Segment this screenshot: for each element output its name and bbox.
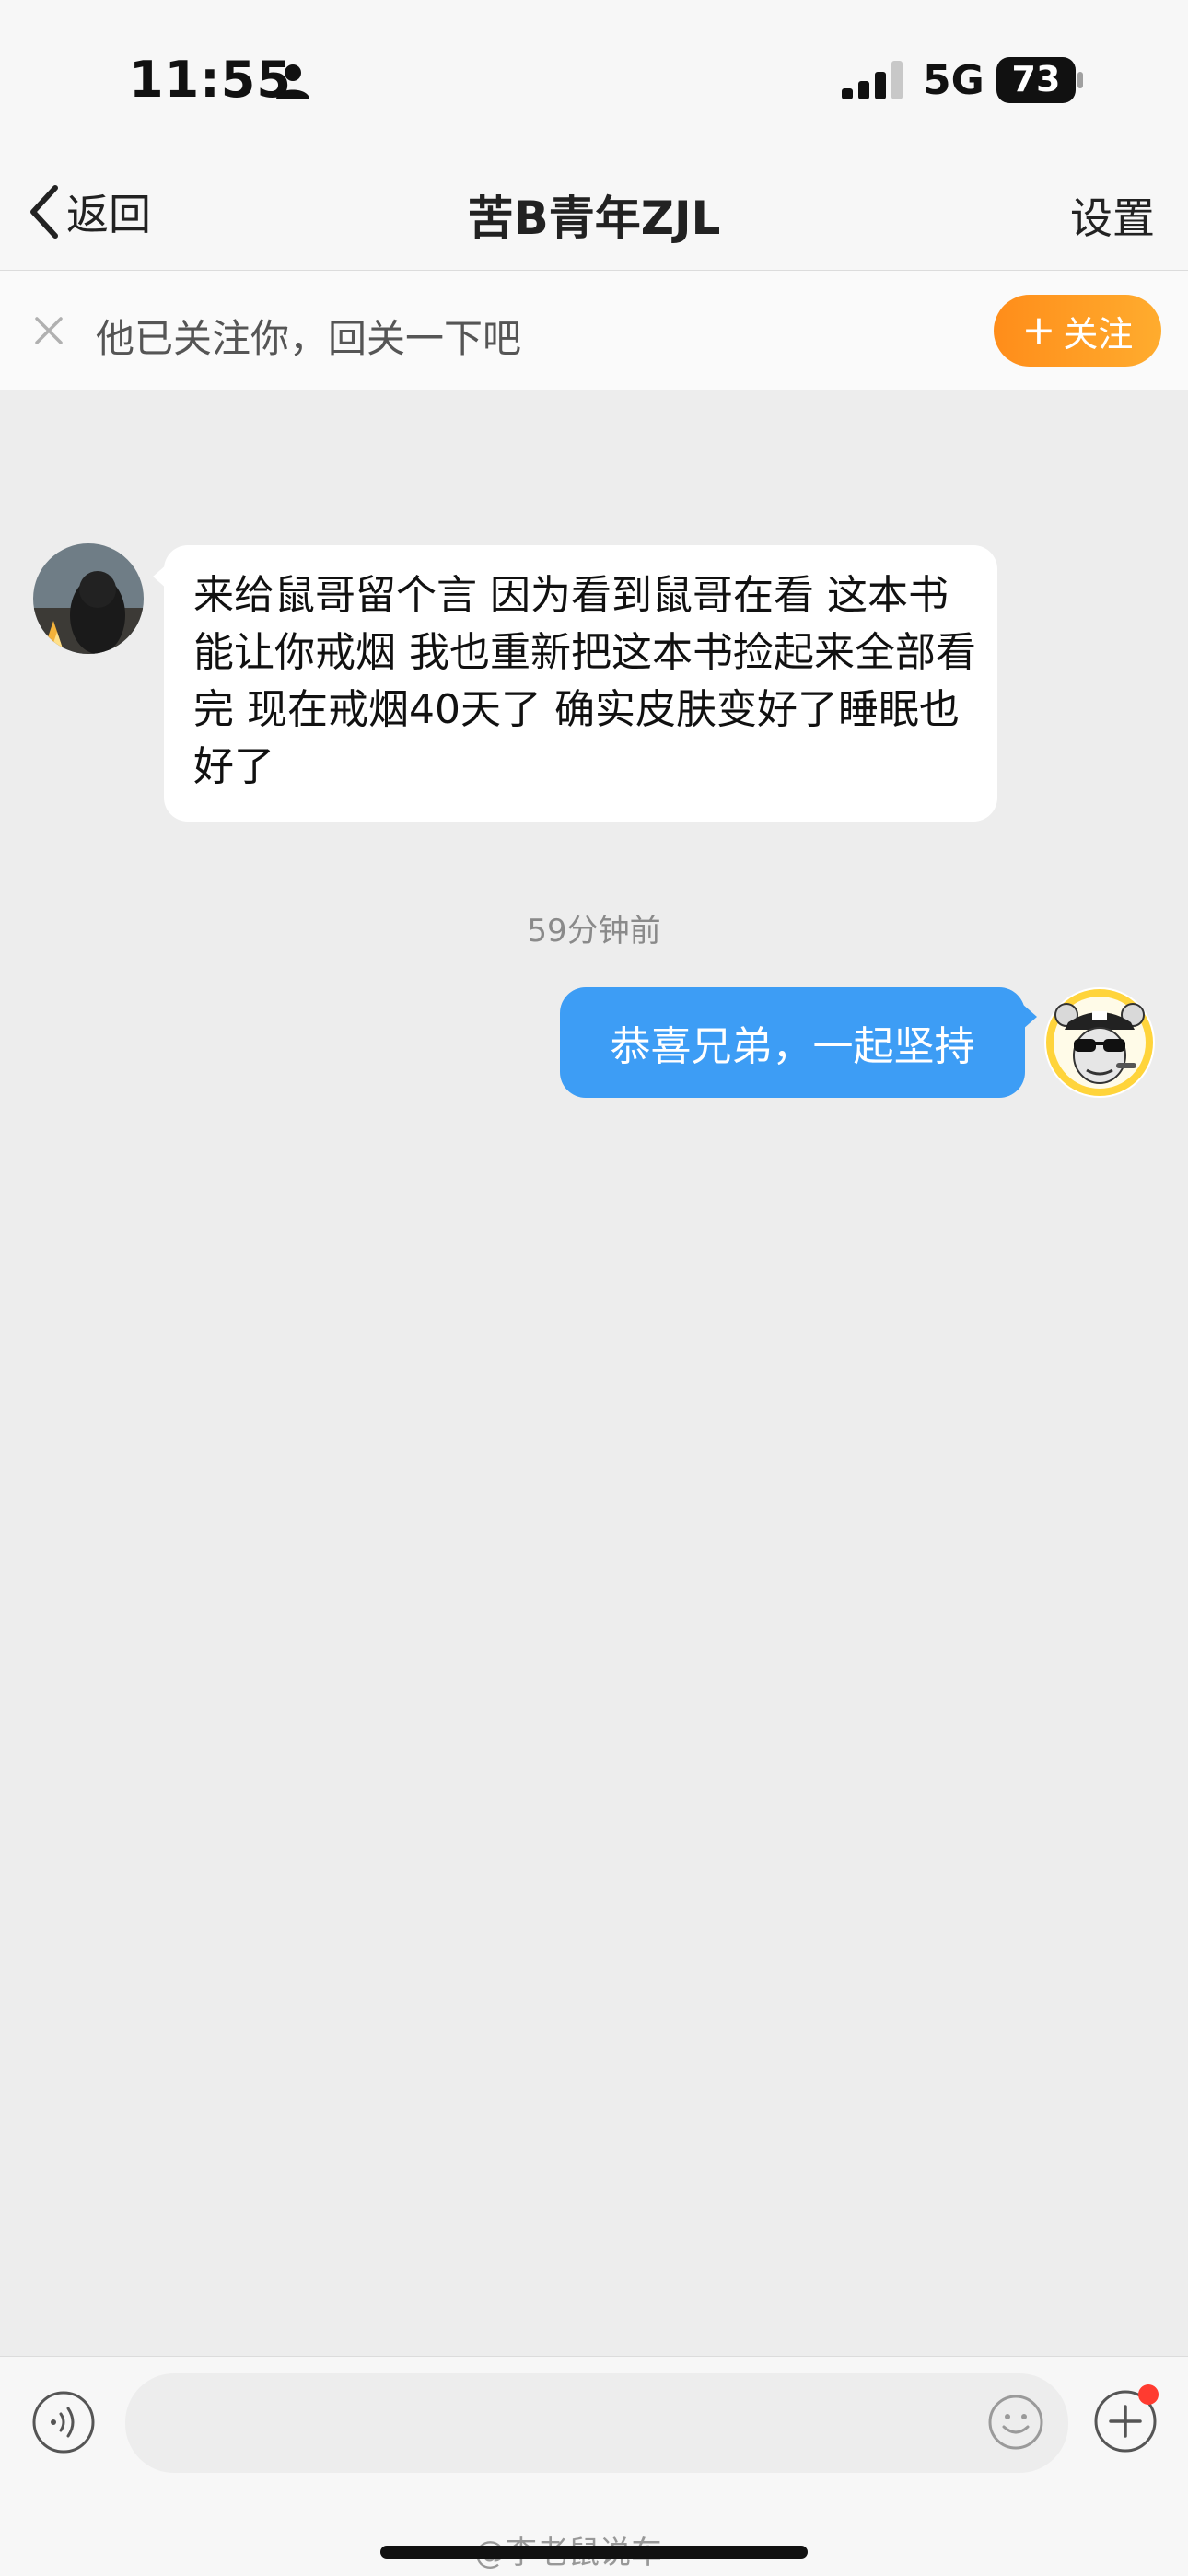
- notification-dot: [1138, 2384, 1159, 2405]
- back-button[interactable]: 返回: [28, 180, 151, 244]
- follow-button-label: 关注: [1063, 313, 1134, 355]
- outgoing-message-bubble[interactable]: 恭喜兄弟，一起坚持: [560, 987, 1025, 1098]
- follow-prompt-text: 他已关注你，回关一下吧: [96, 316, 522, 361]
- home-indicator[interactable]: [380, 2546, 808, 2559]
- contact-avatar[interactable]: [33, 543, 144, 654]
- battery-icon: 73: [996, 57, 1083, 103]
- message-input[interactable]: [125, 2373, 1068, 2473]
- chevron-left-icon: [30, 185, 58, 239]
- plus-icon: +: [1021, 307, 1056, 354]
- signal-icon: [842, 61, 903, 99]
- incoming-message-bubble[interactable]: 来给鼠哥留个言 因为看到鼠哥在看 这本书能让你戒烟 我也重新把这本书捡起来全部看…: [164, 545, 997, 822]
- message-timestamp: 59分钟前: [527, 913, 661, 950]
- status-time: 11:55: [129, 51, 292, 109]
- network-type: 5G: [923, 57, 984, 104]
- close-icon[interactable]: [26, 308, 72, 354]
- outgoing-message-text: 恭喜兄弟，一起坚持: [610, 1023, 975, 1070]
- voice-icon[interactable]: [31, 2390, 96, 2454]
- my-avatar[interactable]: [1044, 987, 1155, 1098]
- incoming-message-text: 来给鼠哥留个言 因为看到鼠哥在看 这本书能让你戒烟 我也重新把这本书捡起来全部看…: [193, 572, 976, 790]
- settings-button[interactable]: 设置: [1070, 185, 1155, 246]
- nav-bar: 返回 苦B青年ZJL 设置: [0, 152, 1188, 271]
- person-icon: [276, 64, 309, 99]
- chat-title: 苦B青年ZJL: [467, 192, 721, 245]
- follow-banner: 他已关注你，回关一下吧 + 关注: [0, 271, 1188, 390]
- battery-level: 73: [1011, 59, 1061, 99]
- status-bar: 11:55 5G 73: [0, 0, 1188, 152]
- follow-button[interactable]: + 关注: [994, 295, 1161, 367]
- emoji-icon[interactable]: [987, 2394, 1044, 2451]
- back-label: 返回: [66, 190, 151, 239]
